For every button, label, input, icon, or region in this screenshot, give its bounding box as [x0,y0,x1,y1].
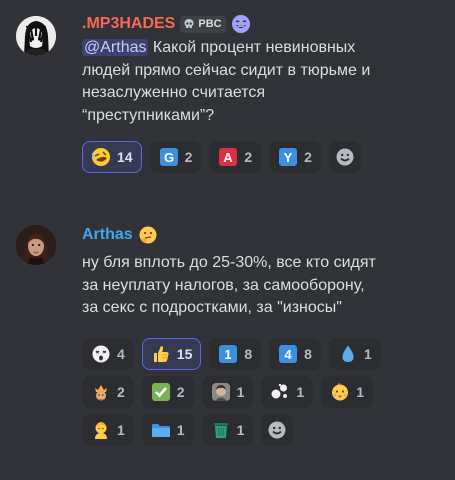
person-face-emoji-icon [211,382,231,402]
reaction-count: 15 [176,345,193,362]
svg-text:1: 1 [225,347,232,362]
reaction-splash[interactable]: 1 [261,375,314,408]
add-reaction-icon [336,148,354,166]
reaction-person-face[interactable]: 1 [201,375,254,408]
message-line: незаслуженно считается [82,84,266,101]
reaction-baby[interactable]: 1 [82,413,134,446]
keycap-4-icon: 4 [278,344,298,364]
reaction-rofl[interactable]: 14 [82,141,142,173]
laughing-face-icon [231,14,251,34]
skull-icon [184,19,194,28]
reaction-check-mark[interactable]: 2 [141,375,194,408]
reaction-count: 1 [117,421,125,438]
droplet-icon [338,344,358,364]
message-text: @Arthas Какой процент невиновных людей п… [82,37,445,127]
add-reaction-icon [268,421,286,438]
username[interactable]: Arthas [82,226,133,244]
reaction-regional-y[interactable]: Y 2 [269,141,321,173]
king-emoji-icon [91,382,111,402]
message-line: ну бля вплоть до 25-30%, все кто сидят [82,254,376,271]
folder-icon [151,420,171,440]
keycap-1-icon: 1 [218,344,238,364]
check-mark-button-icon [151,382,171,402]
reaction-keycap-4[interactable]: 4 8 [269,337,321,370]
reaction-droplet[interactable]: 1 [328,337,381,370]
user-mention-link[interactable]: @Arthas [82,39,149,56]
svg-text:A: A [224,150,234,165]
avatar-arthas[interactable] [16,225,56,265]
trash-can-icon [211,420,231,440]
reaction-count: 1 [236,383,245,400]
reaction-regional-g[interactable]: G 2 [149,141,202,173]
message-line: за секс с подростками, за "износы" [82,299,342,316]
avatar-mp3hades[interactable] [16,16,56,56]
thumbs-up-icon [151,344,171,364]
reaction-bar: 4 15 1 8 4 8 1 2 2 1 1 1 1 1 1 [82,337,412,446]
reaction-count: 14 [117,149,133,165]
svg-text:G: G [164,150,174,165]
reaction-thumbs-up[interactable]: 15 [141,337,202,370]
reaction-count: 1 [236,421,245,438]
message-header: .MP3HADES PBC [82,13,445,35]
reaction-count: 2 [304,149,312,165]
reaction-count: 8 [304,345,312,362]
reaction-count: 1 [296,383,305,400]
reaction-count: 1 [176,421,185,438]
regional-a-icon: A [218,147,238,167]
reaction-count: 1 [356,383,364,400]
reaction-count: 2 [176,383,185,400]
baby-face-icon [330,382,350,402]
add-reaction-button[interactable] [261,413,294,446]
message-line: людей прямо сейчас сидит в тюрьме и [82,61,371,79]
portrait-avatar-icon [16,225,56,265]
reaction-regional-a[interactable]: A 2 [209,141,262,173]
splash-emoji-icon [270,382,290,402]
reaction-baby-face[interactable]: 1 [321,375,373,408]
baby-icon [91,420,111,440]
message-line: за неуплату налогов, за самооборону, [82,276,365,294]
message-header: Arthas [82,224,445,246]
reaction-count: 2 [184,149,193,165]
message-arthas: Arthas ну бля вплоть до 25-30%, все кто … [0,205,455,480]
svg-text:Y: Y [284,150,293,165]
reaction-keycap-1[interactable]: 1 8 [209,337,262,370]
rofl-emoji-icon [91,147,111,167]
thinking-face-icon [138,225,158,245]
reaction-king[interactable]: 2 [82,375,134,408]
svg-text:4: 4 [285,347,293,362]
message-mp3hades: .MP3HADES PBC @Arthas Какой процент неви… [0,0,455,205]
add-reaction-button[interactable] [328,141,361,173]
message-line: Какой процент невиновных [148,39,356,56]
reaction-count: 8 [244,345,253,362]
username[interactable]: .MP3HADES [82,15,175,33]
reaction-trash-can[interactable]: 1 [201,413,254,446]
server-tag-text: PBC [198,18,222,30]
message-text: ну бля вплоть до 25-30%, все кто сидят з… [82,252,445,320]
reaction-folder[interactable]: 1 [141,413,194,446]
reaction-count: 4 [117,345,125,362]
server-tag-badge[interactable]: PBC [180,15,226,33]
regional-g-icon: G [159,147,179,167]
dizzy-face-emoji-icon [91,344,111,364]
reaction-count: 2 [117,383,125,400]
reaction-count: 2 [244,149,253,165]
reaction-bar: 14 G 2 A 2 Y 2 [82,141,445,173]
reaction-count: 1 [363,345,372,362]
reaction-dizzy-face[interactable]: 4 [82,337,134,370]
message-line: “преступниками”? [82,106,215,124]
regional-y-icon: Y [278,147,298,167]
anime-avatar-icon [16,16,56,56]
